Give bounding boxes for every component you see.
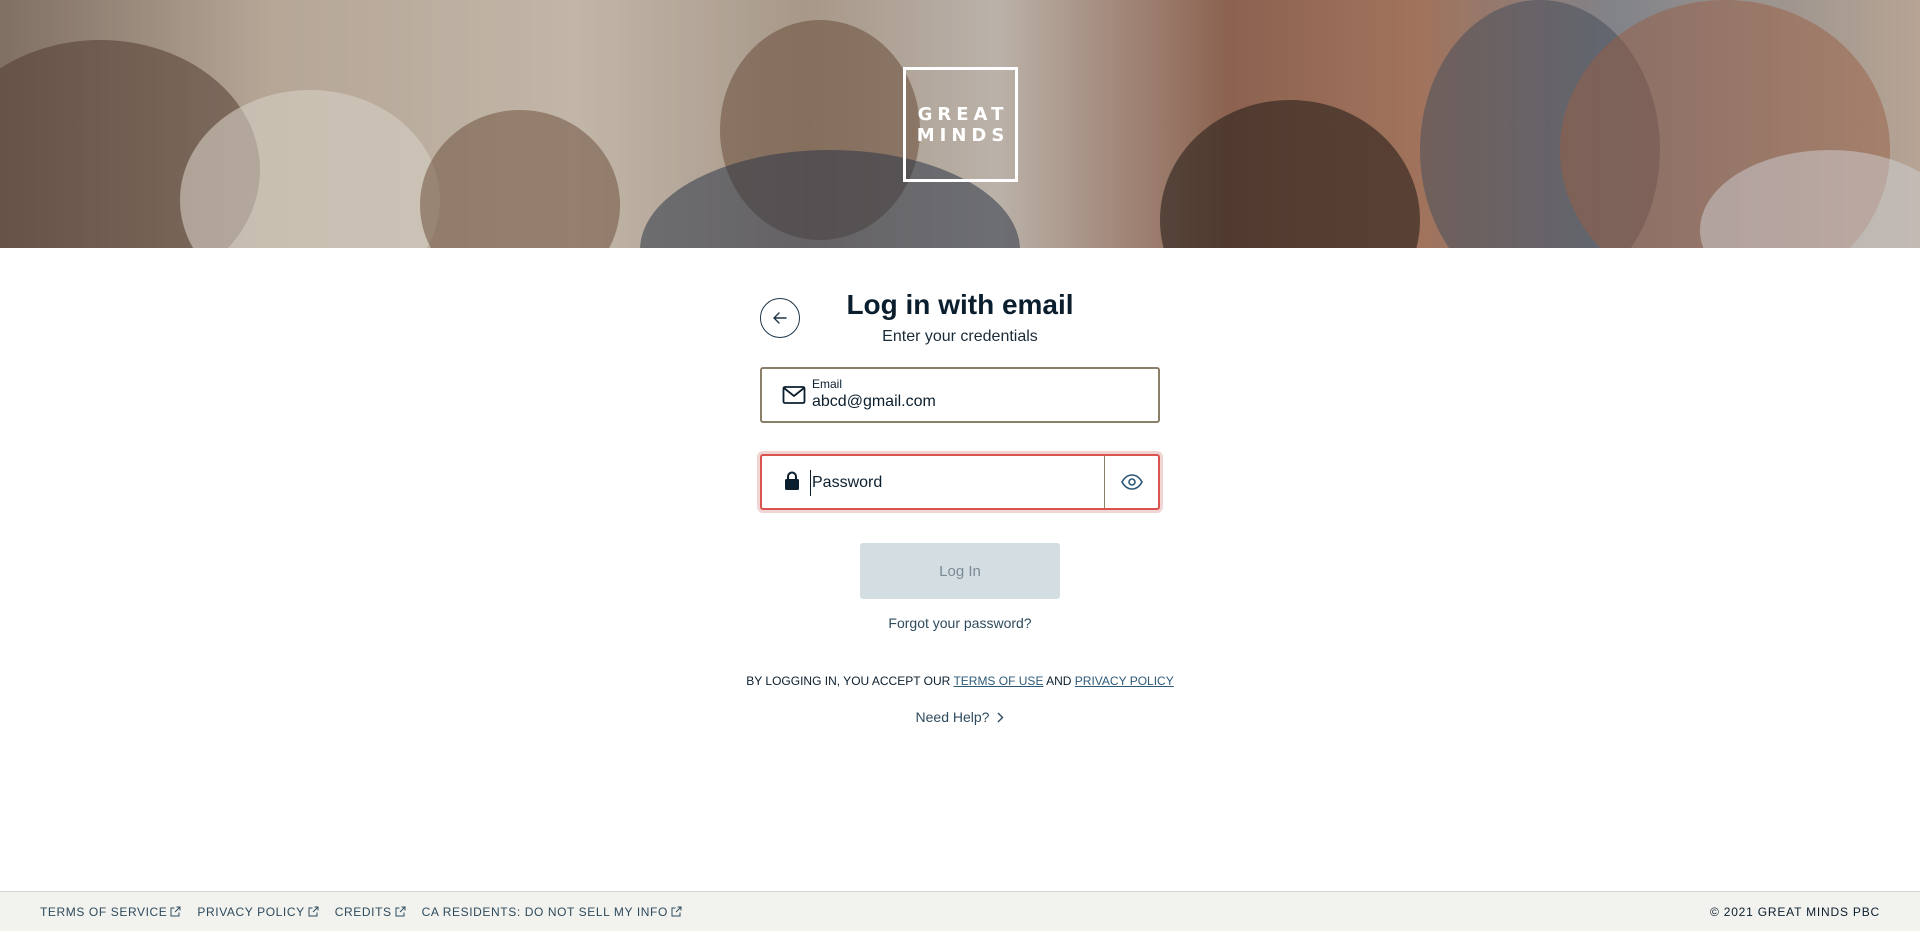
legal-notice: BY LOGGING IN, YOU ACCEPT OUR TERMS OF U… (700, 674, 1220, 688)
external-link-icon (671, 906, 682, 917)
great-minds-logo: GREAT MINDS (903, 67, 1018, 182)
eye-icon (1120, 474, 1143, 490)
chevron-right-icon (997, 712, 1004, 722)
lock-icon (784, 471, 808, 493)
footer-privacy-policy-link[interactable]: PRIVACY POLICY (197, 904, 319, 919)
legal-prefix: BY LOGGING IN, YOU ACCEPT OUR (746, 674, 954, 688)
need-help: Need Help? (760, 709, 1160, 725)
forgot-password-link[interactable]: Forgot your password? (760, 615, 1160, 631)
show-password-button[interactable] (1104, 456, 1158, 508)
footer-link-label: CA RESIDENTS: DO NOT SELL MY INFO (421, 904, 668, 919)
need-help-label: Need Help? (915, 709, 990, 725)
password-input-wrap[interactable] (762, 456, 1104, 508)
footer-credits-link[interactable]: CREDITS (335, 905, 406, 919)
password-input[interactable] (810, 470, 1090, 496)
page-subtitle: Enter your credentials (882, 328, 1038, 345)
page-title: Log in with email (846, 289, 1074, 320)
need-help-link[interactable]: Need Help? (916, 709, 1005, 725)
mail-icon (782, 385, 806, 407)
email-field[interactable]: Email (760, 367, 1160, 423)
logo-line-2: MINDS (916, 124, 1010, 146)
privacy-policy-link[interactable]: PRIVACY POLICY (1075, 674, 1174, 688)
footer-terms-of-service-link[interactable]: TERMS OF SERVICE (40, 905, 181, 919)
terms-of-use-link[interactable]: TERMS OF USE (953, 674, 1043, 688)
external-link-icon (395, 906, 406, 917)
footer: TERMS OF SERVICE PRIVACY POLICY CREDITS … (0, 891, 1920, 931)
footer-link-label: CREDITS (334, 904, 392, 919)
copyright: © 2021 GREAT MINDS PBC (1709, 904, 1880, 919)
external-link-icon (170, 906, 181, 917)
footer-link-label: TERMS OF SERVICE (40, 904, 168, 919)
password-field[interactable] (760, 454, 1160, 510)
email-input[interactable] (812, 393, 1132, 411)
logo-line-1: GREAT (917, 103, 1009, 125)
external-link-icon (308, 906, 319, 917)
email-label: Email (812, 377, 843, 391)
footer-links: TERMS OF SERVICE PRIVACY POLICY CREDITS … (40, 905, 682, 919)
login-button[interactable]: Log In (860, 543, 1060, 599)
hero-banner: GREAT MINDS (0, 0, 1920, 248)
footer-link-label: PRIVACY POLICY (197, 904, 305, 919)
legal-and: AND (1043, 674, 1075, 688)
footer-do-not-sell-link[interactable]: CA RESIDENTS: DO NOT SELL MY INFO (422, 905, 682, 919)
